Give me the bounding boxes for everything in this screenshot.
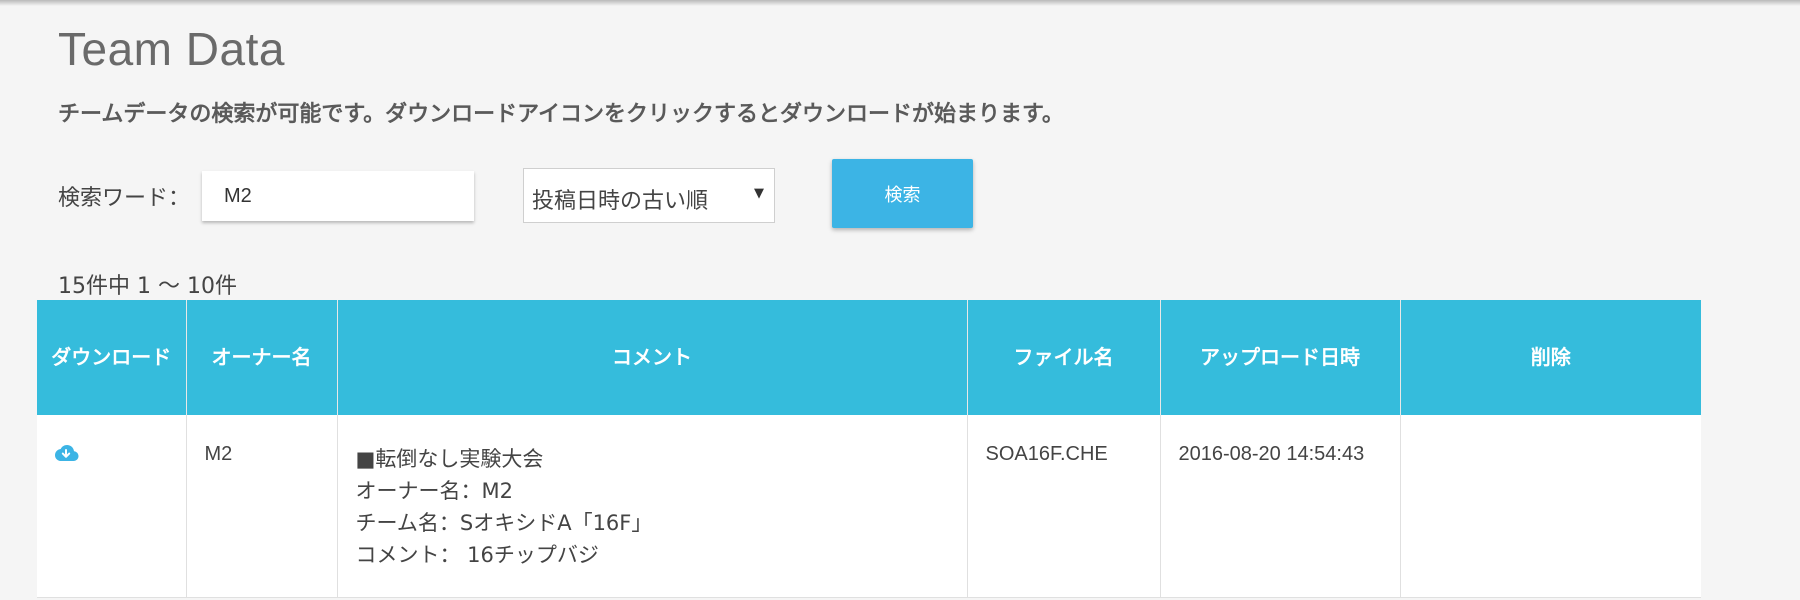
owner-cell: M2 xyxy=(186,415,338,598)
search-button[interactable]: 検索 xyxy=(832,159,973,228)
table-header-row: ダウンロード オーナー名 コメント ファイル名 アップロード日時 削除 xyxy=(37,300,1701,415)
column-header-filename[interactable]: ファイル名 xyxy=(967,300,1161,415)
page-description: チームデータの検索が可能です。ダウンロードアイコンをクリックするとダウンロードが… xyxy=(58,102,1064,127)
cloud-download-icon[interactable] xyxy=(53,443,79,463)
team-data-table: ダウンロード オーナー名 コメント ファイル名 アップロード日時 削除 M2 ■… xyxy=(37,300,1701,598)
column-header-owner[interactable]: オーナー名 xyxy=(186,300,338,415)
sort-order-select[interactable]: 投稿日時の古い順 ▼ xyxy=(523,168,775,223)
delete-cell xyxy=(1400,415,1701,598)
comment-line: オーナー名：M2 xyxy=(355,479,513,503)
column-header-uploaded[interactable]: アップロード日時 xyxy=(1160,300,1401,415)
table-row: M2 ■転倒なし実験大会 オーナー名：M2 チーム名：SオキシドA「16F」 コ… xyxy=(37,415,1701,598)
search-input[interactable] xyxy=(202,171,474,221)
comment-line: ■転倒なし実験大会 xyxy=(355,447,544,471)
column-header-delete[interactable]: 削除 xyxy=(1400,300,1701,415)
column-header-comment[interactable]: コメント xyxy=(337,300,968,415)
column-header-download[interactable]: ダウンロード xyxy=(37,300,187,415)
top-bar-shadow xyxy=(0,0,1800,6)
sort-order-selected-value: 投稿日時の古い順 xyxy=(532,189,709,214)
download-cell xyxy=(37,415,187,598)
comment-cell: ■転倒なし実験大会 オーナー名：M2 チーム名：SオキシドA「16F」 コメント… xyxy=(337,415,968,598)
page-title: Team Data xyxy=(58,23,285,75)
chevron-down-icon: ▼ xyxy=(754,186,764,201)
result-count: 15件中 1 〜 10件 xyxy=(58,274,237,299)
comment-line: コメント： 16チップバジ xyxy=(355,543,599,567)
uploaded-cell: 2016-08-20 14:54:43 xyxy=(1160,415,1401,598)
comment-line: チーム名：SオキシドA「16F」 xyxy=(355,511,653,535)
search-label: 検索ワード： xyxy=(58,186,191,211)
filename-cell: SOA16F.CHE xyxy=(967,415,1161,598)
